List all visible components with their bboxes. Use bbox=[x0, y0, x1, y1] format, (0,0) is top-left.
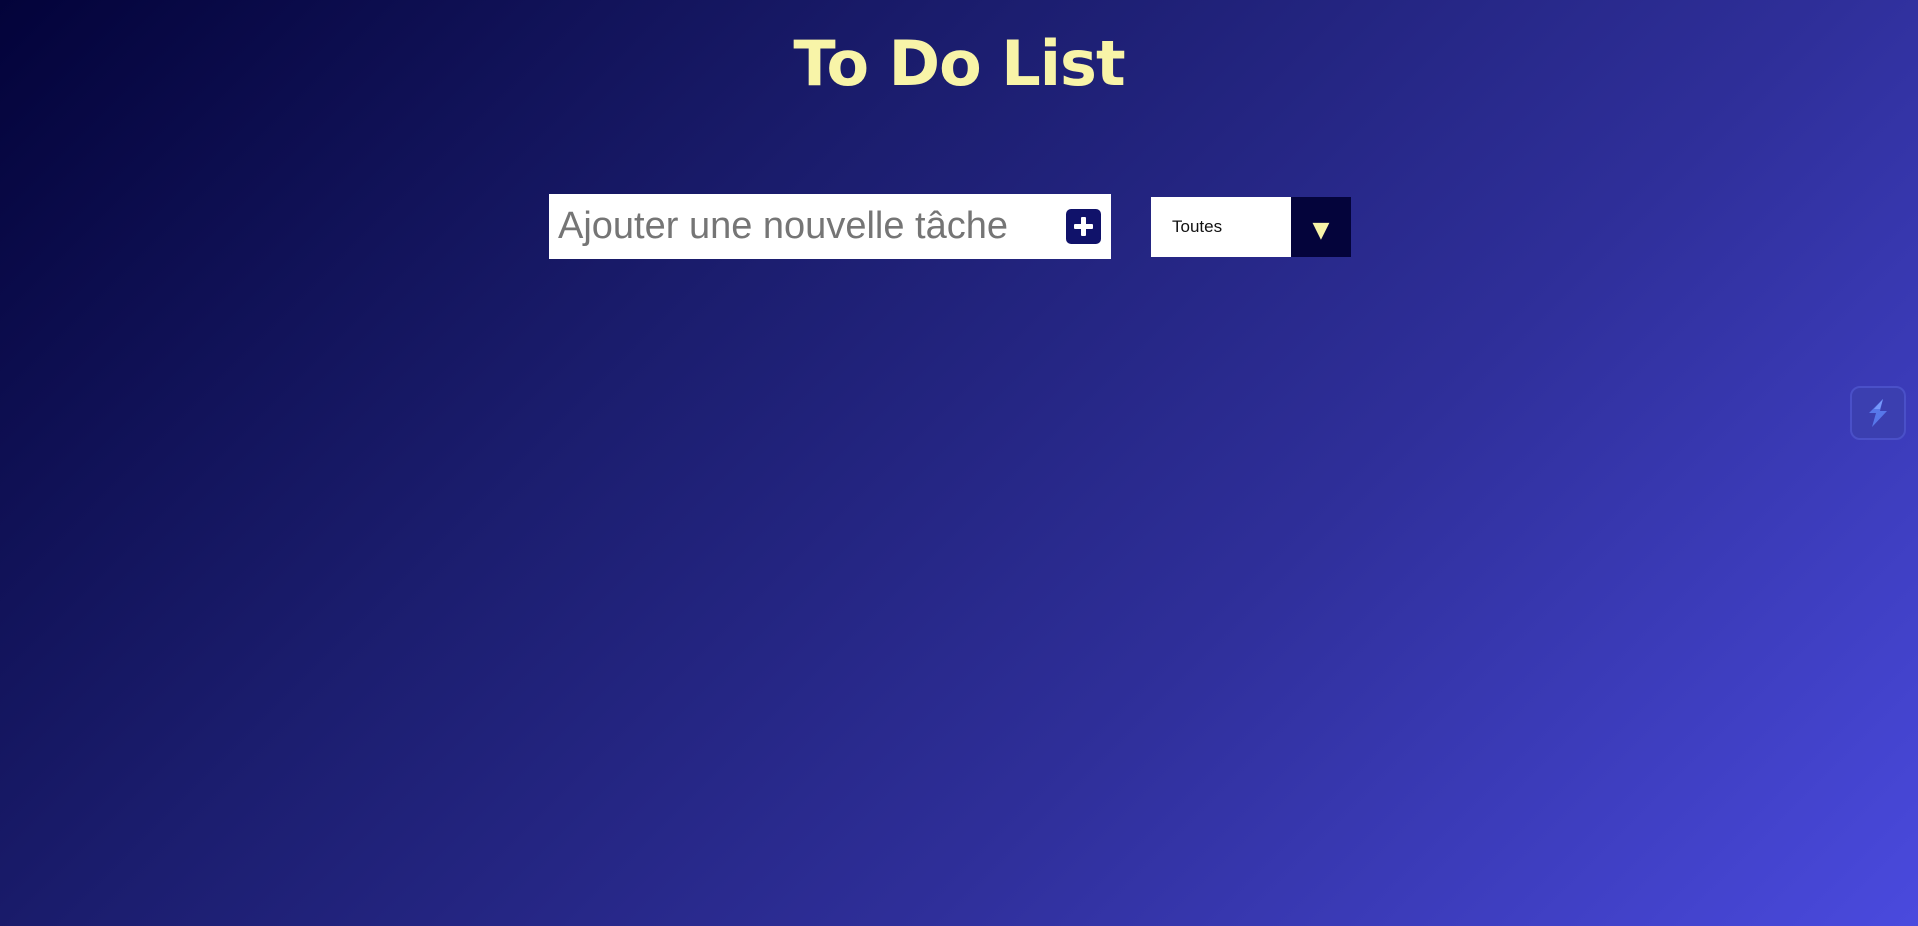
plus-icon bbox=[1074, 217, 1093, 236]
filter-select[interactable]: Toutes ▼ bbox=[1151, 197, 1351, 257]
filter-selected-value[interactable]: Toutes bbox=[1151, 197, 1291, 257]
new-task-input[interactable] bbox=[549, 194, 1066, 259]
page-title: To Do List bbox=[793, 27, 1125, 100]
add-task-button[interactable] bbox=[1066, 209, 1101, 244]
lightning-icon bbox=[1869, 399, 1887, 427]
add-task-form bbox=[549, 194, 1111, 259]
extension-widget-button[interactable] bbox=[1850, 386, 1906, 440]
chevron-down-icon[interactable]: ▼ bbox=[1291, 197, 1351, 257]
